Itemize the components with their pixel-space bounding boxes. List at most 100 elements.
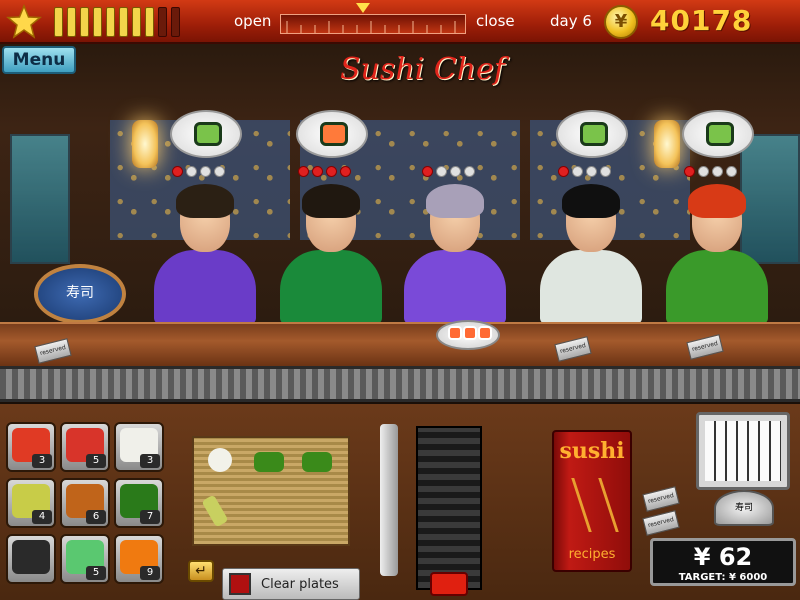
recipe-book-title: sushi	[559, 438, 625, 464]
alarm-button[interactable]	[430, 572, 468, 596]
customer[interactable]	[400, 184, 510, 324]
sushi-counter	[0, 322, 800, 366]
customer-hair	[302, 184, 360, 218]
patience-dot	[436, 166, 447, 177]
clear-plates-button[interactable]: Clear plates	[222, 568, 360, 600]
lantern-icon	[654, 120, 680, 168]
menu-button[interactable]: Menu	[2, 46, 76, 74]
patience-meter	[422, 166, 475, 177]
chopsticks-icon	[571, 478, 619, 532]
order-bubble	[296, 110, 368, 158]
ingredient-count: 3	[32, 454, 52, 468]
monitor-screen	[705, 421, 781, 481]
customer-body	[154, 250, 256, 324]
patience-dot	[586, 166, 597, 177]
maki-roll-icon	[194, 122, 222, 146]
seaweed-on-mat-icon	[302, 452, 332, 472]
mood-bar-segment	[158, 7, 167, 37]
empty-icon	[12, 540, 50, 574]
ingredient-avocado[interactable]: 5	[60, 534, 110, 584]
patience-dot	[422, 166, 433, 177]
customer[interactable]	[276, 184, 386, 324]
ingredient-salmon[interactable]: 5	[60, 422, 110, 472]
mood-bar-segment	[171, 7, 180, 37]
ingredient-tuna[interactable]: 3	[6, 422, 56, 472]
patience-dot	[450, 166, 461, 177]
rolling-mat[interactable]	[192, 436, 350, 546]
sushi-roll-icon	[463, 326, 477, 340]
cash-register-display: ¥ 62 TARGET: ¥ 6000	[650, 538, 796, 586]
sushi-shop-sign: 寿司	[34, 264, 126, 324]
aquarium-left	[10, 134, 70, 264]
customer[interactable]	[150, 184, 260, 324]
patience-dot	[312, 166, 323, 177]
patience-meter	[684, 166, 737, 177]
customer[interactable]	[662, 184, 772, 324]
sushi-roll-icon	[478, 326, 492, 340]
recipe-book-label: recipes	[568, 547, 616, 562]
sushi-chef-logo: Sushi Chef	[340, 52, 505, 87]
lantern-icon	[132, 120, 158, 168]
mood-bar-segment	[145, 7, 154, 37]
patience-dot	[186, 166, 197, 177]
patience-dot	[684, 166, 695, 177]
service-bell[interactable]: 寿司	[714, 490, 774, 526]
return-button[interactable]: ↵	[188, 560, 214, 582]
star-rating-icon	[6, 4, 42, 39]
patience-dot	[214, 166, 225, 177]
order-phone-monitor[interactable]	[696, 412, 790, 490]
served-sushi-plate[interactable]	[436, 320, 500, 350]
customer-body	[280, 250, 382, 324]
customer-hair	[562, 184, 620, 218]
ingredient-count: 5	[86, 566, 106, 580]
day-timeline	[280, 14, 466, 34]
customer-hair	[426, 184, 484, 218]
timeline-ticks	[286, 21, 456, 33]
customer[interactable]	[536, 184, 646, 324]
seaweed-on-mat-icon	[254, 452, 284, 472]
patience-dot	[340, 166, 351, 177]
ingredient-roe[interactable]: 9	[114, 534, 164, 584]
ingredient-count: 4	[32, 510, 52, 524]
ingredient-count: 7	[140, 510, 160, 524]
ingredient-empty[interactable]	[6, 534, 56, 584]
patience-meter	[298, 166, 351, 177]
money-total: 40178	[650, 4, 753, 37]
maki-roll-icon	[706, 122, 734, 146]
yen-coin-icon: ¥	[604, 5, 638, 39]
ingredient-count: 9	[140, 566, 160, 580]
mood-bar-segment	[80, 7, 89, 37]
order-bubble	[170, 110, 242, 158]
order-bubble	[682, 110, 754, 158]
timeline-marker-icon	[356, 3, 370, 13]
ingredient-shrimp[interactable]: 6	[60, 478, 110, 528]
mood-bar-segment	[106, 7, 115, 37]
patience-meter	[558, 166, 611, 177]
mood-bar-segment	[54, 7, 63, 37]
cucumber-on-mat-icon	[201, 494, 229, 528]
ingredient-rice[interactable]: 3	[114, 422, 164, 472]
sushi-chute	[416, 426, 482, 590]
ingredient-count: 6	[86, 510, 106, 524]
ingredient-cucumber[interactable]: 4	[6, 478, 56, 528]
open-time-label: open	[234, 12, 272, 30]
day-counter: day 6	[550, 12, 592, 30]
earnings-target: TARGET: ¥ 6000	[678, 572, 768, 583]
clear-plates-label: Clear plates	[261, 577, 339, 592]
patience-dot	[172, 166, 183, 177]
customer-body	[404, 250, 506, 324]
maki-roll-icon	[580, 122, 608, 146]
mood-bar-segment	[119, 7, 128, 37]
customer-hair	[176, 184, 234, 218]
salmon-roe-icon	[320, 122, 348, 146]
rice-on-mat-icon	[208, 448, 232, 472]
knife-icon[interactable]	[380, 424, 398, 576]
top-hud-bar: open close day 6 ¥ 40178	[0, 0, 800, 44]
patience-dot	[200, 166, 211, 177]
customer-body	[540, 250, 642, 324]
patience-dot	[600, 166, 611, 177]
ingredient-seaweed[interactable]: 7	[114, 478, 164, 528]
recipe-book[interactable]: sushi recipes	[552, 430, 632, 572]
customer-hair	[688, 184, 746, 218]
patience-dot	[558, 166, 569, 177]
